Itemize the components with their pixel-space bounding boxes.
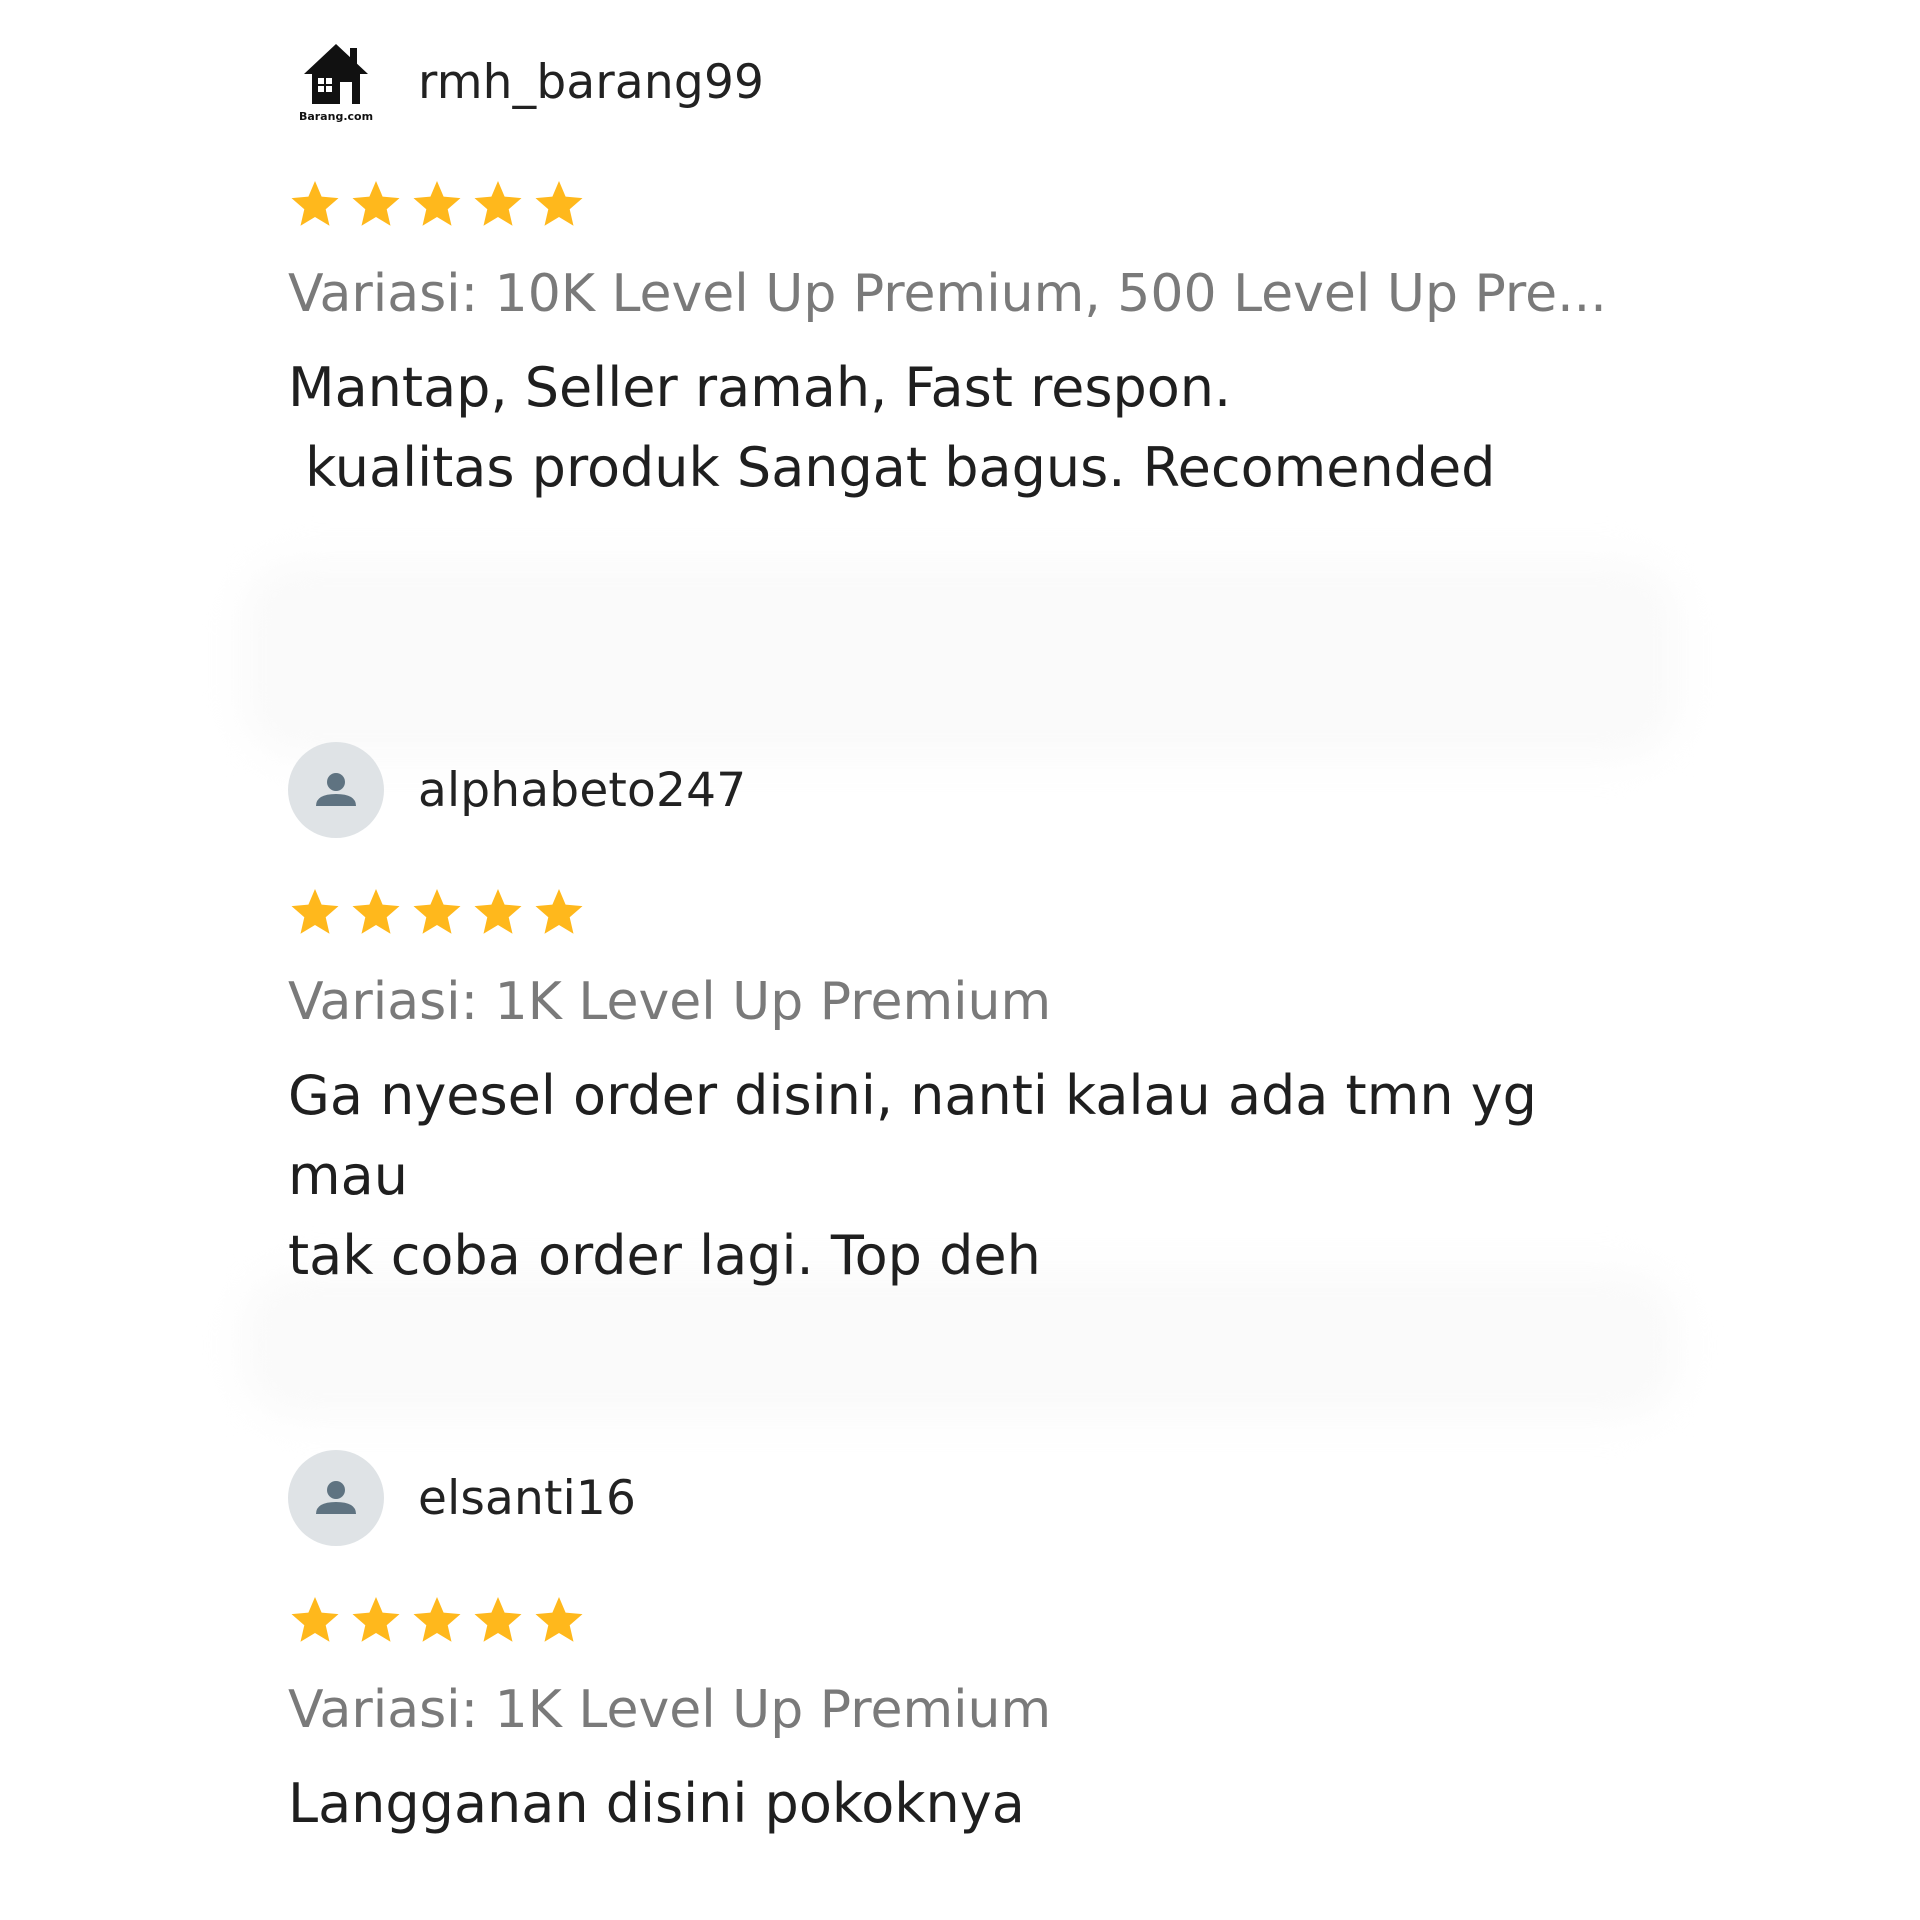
- username[interactable]: elsanti16: [418, 1471, 636, 1526]
- review-comment: Mantap, Seller ramah, Fast respon. kuali…: [288, 356, 1496, 499]
- avatar[interactable]: [288, 742, 384, 838]
- star-icon: [535, 181, 583, 226]
- review-card: elsanti16 Variasi: 1K Level Up Premium L…: [288, 1450, 1648, 1844]
- username[interactable]: alphabeto247: [418, 763, 746, 818]
- star-icon: [291, 889, 339, 934]
- variation-label: Variasi: 10K Level Up Premium, 500 Level…: [288, 264, 1607, 324]
- avatar[interactable]: Barang.com: [288, 34, 384, 130]
- star-rating: [288, 886, 1648, 944]
- star-icon: [474, 181, 522, 226]
- review-comment: Ga nyesel order disini, nanti kalau ada …: [288, 1064, 1537, 1287]
- star-icon: [413, 1597, 461, 1642]
- star-icon: [474, 1597, 522, 1642]
- star-icon: [535, 1597, 583, 1642]
- star-rating: [288, 1594, 1648, 1652]
- variation-label: Variasi: 1K Level Up Premium: [288, 1680, 1052, 1740]
- review-header: alphabeto247: [288, 742, 1648, 838]
- star-icon: [291, 181, 339, 226]
- star-icon: [352, 181, 400, 226]
- user-icon: [316, 773, 356, 806]
- star-icon: [413, 181, 461, 226]
- star-icon: [352, 889, 400, 934]
- review-header: elsanti16: [288, 1450, 1648, 1546]
- review-comment: Langganan disini pokoknya: [288, 1772, 1025, 1835]
- blurred-background: [240, 560, 1680, 760]
- review-header: Barang.com rmh_barang99: [288, 34, 1648, 130]
- star-icon: [535, 889, 583, 934]
- star-icon: [413, 889, 461, 934]
- review-card: alphabeto247 Variasi: 1K Level Up Premiu…: [288, 742, 1648, 1296]
- star-icon: [352, 1597, 400, 1642]
- star-icon: [291, 1597, 339, 1642]
- star-rating: [288, 178, 1648, 236]
- review-card: Barang.com rmh_barang99 Variasi: 10K Lev…: [288, 34, 1648, 508]
- house-logo-icon: Barang.com: [299, 44, 373, 123]
- svg-text:Barang.com: Barang.com: [299, 110, 373, 123]
- star-icon: [474, 889, 522, 934]
- user-icon: [316, 1481, 356, 1514]
- username[interactable]: rmh_barang99: [418, 55, 764, 110]
- variation-label: Variasi: 1K Level Up Premium: [288, 972, 1052, 1032]
- avatar[interactable]: [288, 1450, 384, 1546]
